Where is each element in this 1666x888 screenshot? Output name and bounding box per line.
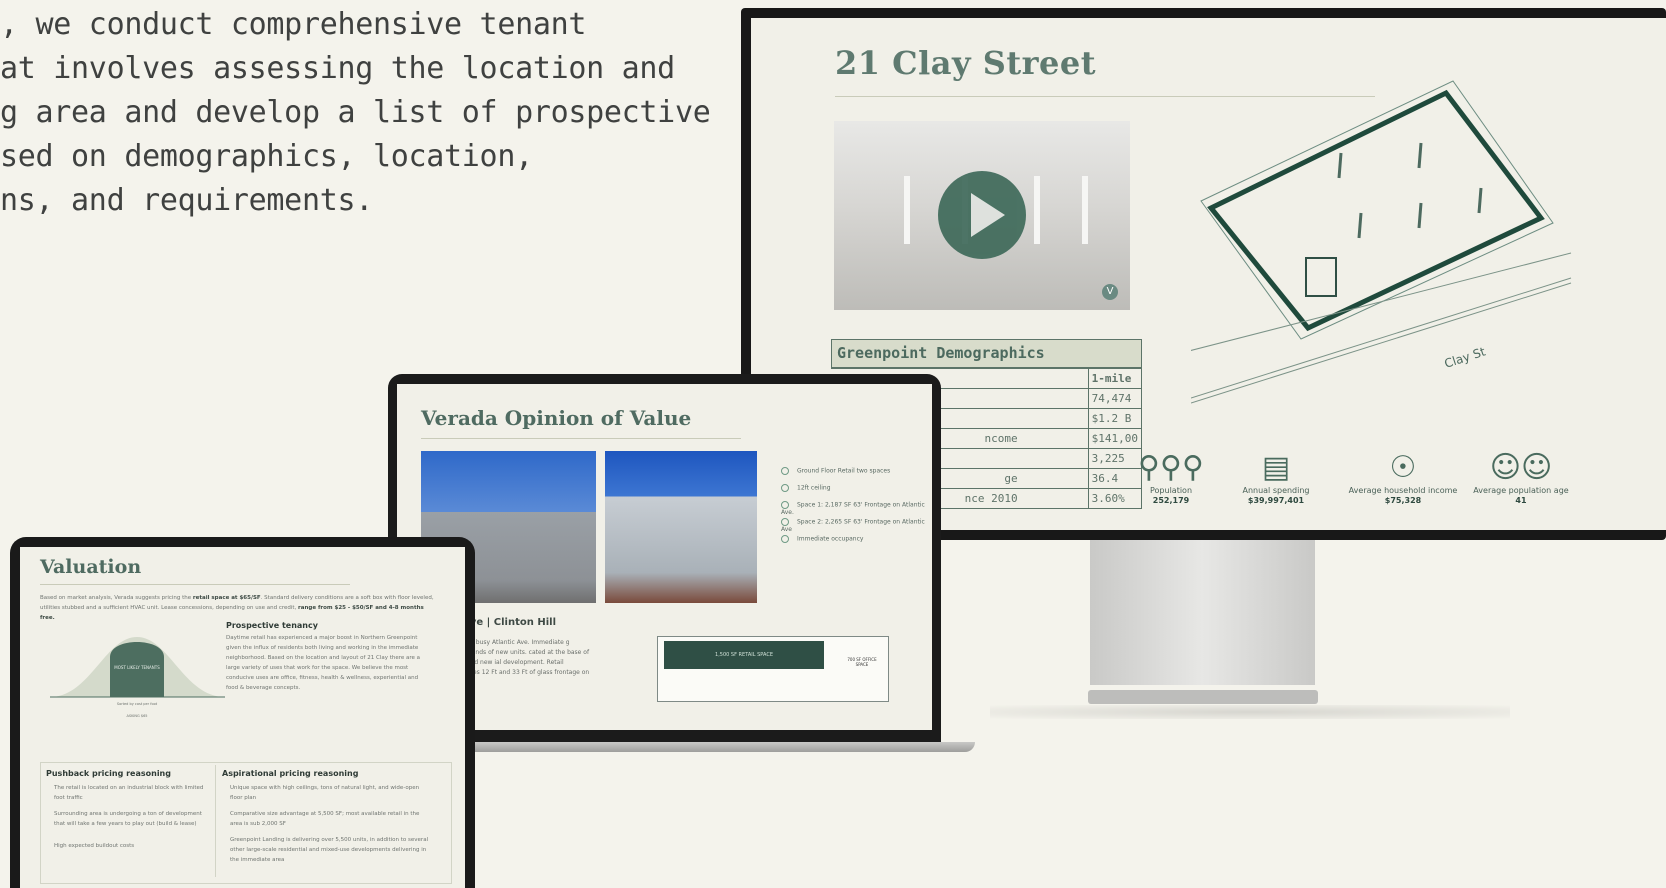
feature-bullet: 12ft ceiling — [781, 484, 831, 492]
list-item: Unique space with high ceilings, tons of… — [230, 785, 420, 801]
bell-curve-chart: MOST LIKELY TENANTS Sorted by cost per f… — [50, 637, 225, 718]
intro-bold: retail space at $65/SF — [192, 595, 261, 601]
stat-annual-spending: ▤ Annual spending $39,997,401 — [1216, 450, 1336, 506]
laptop-title: Verada Opinion of Value — [421, 406, 692, 430]
pillar — [1082, 176, 1088, 244]
monitor-base — [1088, 690, 1318, 704]
row-value: $141,00 — [1087, 428, 1143, 449]
person-icon: ☺☺ — [1489, 450, 1553, 485]
valuation-intro: Based on market analysis, Verada suggest… — [40, 593, 440, 623]
title-divider — [40, 584, 350, 585]
list-item: Greenpoint Landing is delivering over 5,… — [230, 837, 429, 863]
tablet-screen: Valuation Based on market analysis, Vera… — [20, 547, 465, 888]
intro-line: , we conduct comprehensive tenant — [0, 7, 587, 42]
stat-population: ⚲⚲⚲ Population 252,179 — [1111, 450, 1231, 506]
stat-label: Average household income — [1348, 486, 1458, 495]
intro-text: , we conduct comprehensive tenant at inv… — [0, 0, 711, 223]
property-title: 21 Clay Street — [835, 44, 1097, 82]
list-item: Surrounding area is undergoing a ton of … — [54, 811, 202, 827]
stat-label: Annual spending — [1242, 486, 1310, 495]
list-item: Comparative size advantage at 5,500 SF; … — [230, 811, 420, 827]
retail-space-label: 1,500 SF RETAIL SPACE — [664, 641, 824, 669]
intro-line: at involves assessing the location and — [0, 51, 675, 86]
video-player[interactable]: V — [834, 121, 1130, 310]
intro-line: sed on demographics, location, — [0, 139, 533, 174]
feature-bullet: Immediate occupancy — [781, 535, 863, 543]
feature-bullet: Space 1: 2,187 SF 63' Frontage on Atlant… — [781, 501, 932, 517]
verada-logo-icon: V — [1102, 284, 1118, 300]
stat-value: $39,997,401 — [1247, 496, 1305, 505]
list-item: High expected buildout costs — [54, 843, 135, 849]
money-icon: ▤ — [1261, 450, 1291, 485]
stat-household-income: ☉ Average household income $75,328 — [1343, 450, 1463, 506]
people-icon: ⚲⚲⚲ — [1138, 450, 1204, 485]
stat-value: $75,328 — [1384, 496, 1422, 505]
pushback-heading: Pushback pricing reasoning — [46, 769, 171, 778]
bell-axis-label: Sorted by cost per foot — [117, 702, 158, 706]
building-photo — [605, 451, 757, 603]
list-item: The retail is located on an industrial b… — [54, 785, 204, 801]
stat-value: 252,179 — [1152, 496, 1190, 505]
aspirational-heading: Aspirational pricing reasoning — [222, 769, 359, 778]
monitor-stand — [1090, 540, 1315, 685]
property-description: Hill on busy Atlantic Ave. Immediate g t… — [455, 639, 590, 686]
feature-bullet: Ground Floor Retail two spaces — [781, 467, 890, 475]
dollar-icon: ☉ — [1389, 450, 1417, 485]
monitor-shadow — [990, 705, 1510, 719]
stat-population-age: ☺☺ Average population age 41 — [1461, 450, 1581, 506]
bell-price-label: ASKING $65 — [126, 714, 147, 718]
tenancy-heading: Prospective tenancy — [226, 621, 318, 630]
row-value: 74,474 — [1087, 388, 1143, 409]
floor-plan: Clay St — [1191, 80, 1572, 404]
stat-value: 41 — [1515, 496, 1527, 505]
column-divider — [215, 765, 216, 877]
street-label: Clay St — [1443, 344, 1488, 370]
tenancy-text: Daytime retail has experienced a major b… — [226, 635, 421, 691]
stat-label: Average population age — [1473, 486, 1569, 495]
stat-label: Population — [1149, 486, 1193, 495]
camera-notch — [636, 374, 692, 384]
retail-floor-plan: 1,500 SF RETAIL SPACE 700 SF OFFICE SPAC… — [657, 636, 889, 702]
row-value: 1-mile — [1087, 368, 1143, 389]
bell-label: MOST LIKELY TENANTS — [114, 665, 160, 670]
valuation-title: Valuation — [40, 556, 142, 578]
office-space-label: 700 SF OFFICE SPACE — [847, 657, 877, 667]
title-divider — [421, 438, 741, 439]
tablet: Valuation Based on market analysis, Vera… — [10, 537, 475, 888]
feature-bullet: Space 2: 2,265 SF 63' Frontage on Atlant… — [781, 518, 932, 534]
intro-text: Based on market analysis, Verada suggest… — [40, 595, 193, 601]
laptop-base — [440, 742, 975, 752]
row-value: $1.2 B — [1087, 408, 1143, 429]
laptop-screen: Verada Opinion of Value Ground Floor Ret… — [397, 384, 932, 730]
play-icon[interactable] — [938, 171, 1026, 259]
demographics-heading: Greenpoint Demographics — [831, 339, 1142, 368]
intro-line: ns, and requirements. — [0, 183, 373, 218]
intro-line: g area and develop a list of prospective — [0, 95, 711, 130]
pillar — [1034, 176, 1040, 244]
pillar — [904, 176, 910, 244]
